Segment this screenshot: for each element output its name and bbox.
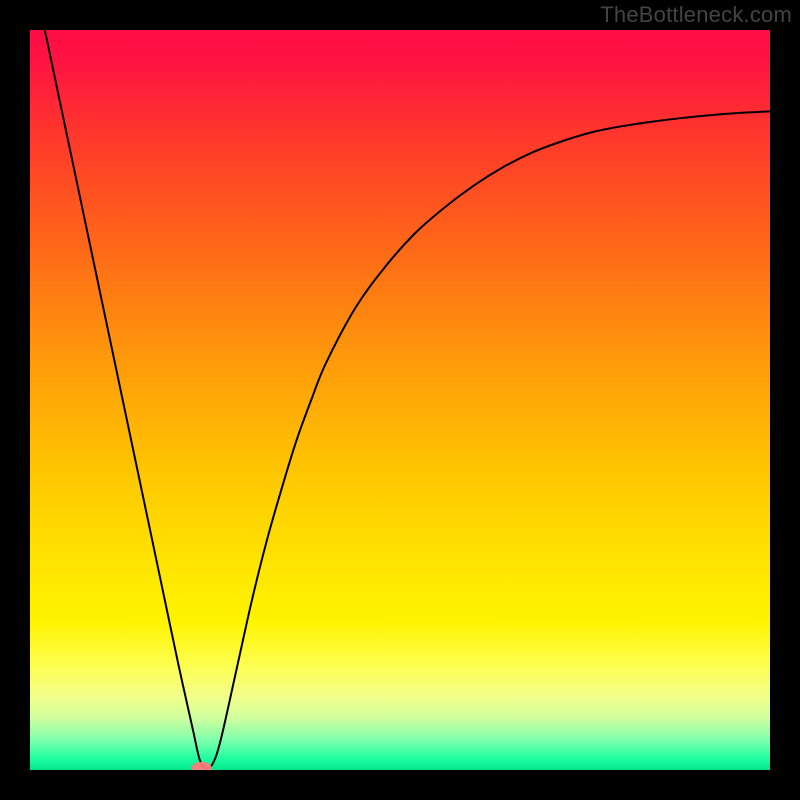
- plot-area: [30, 30, 770, 770]
- curve-layer: [30, 30, 770, 770]
- chart-frame: TheBottleneck.com: [0, 0, 800, 800]
- watermark-text: TheBottleneck.com: [600, 2, 792, 28]
- minimum-marker: [191, 762, 212, 770]
- bottleneck-curve: [45, 30, 770, 769]
